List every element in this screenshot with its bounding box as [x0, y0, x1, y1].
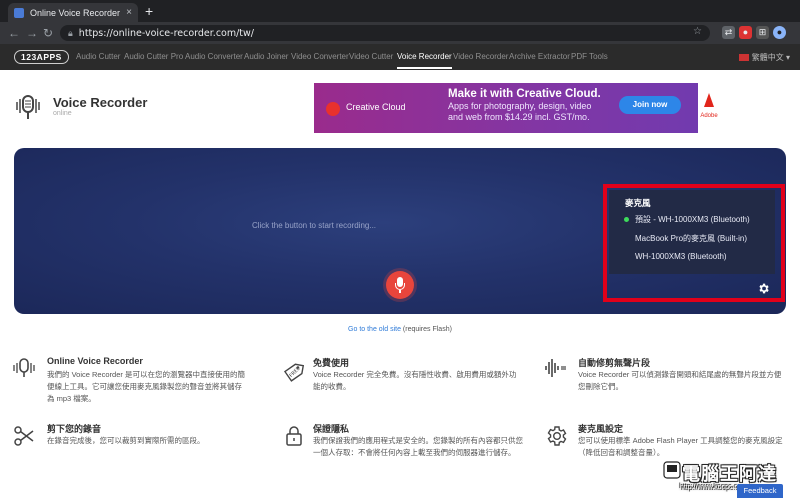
nav-video-cutter[interactable]: Video Cutter — [349, 52, 393, 61]
nav-video-recorder[interactable]: Video Recorder — [453, 52, 508, 61]
nav-audio-joiner[interactable]: Audio Joiner — [244, 52, 288, 61]
nav-video-converter[interactable]: Video Converter — [291, 52, 349, 61]
microphone-logo-icon — [16, 95, 40, 119]
feature-desc-cut: 在錄音完成後，您可以裁剪到實際所需的區段。 — [47, 436, 205, 445]
language-label: 繁體中文 — [751, 53, 784, 62]
feature-desc-free: Voice Recorder 完全免費。沒有隱性收費、啟用費用或額外功能的收費。 — [313, 370, 517, 391]
app-title: Voice Recorder — [53, 95, 148, 110]
feature-title-trim-silence: 自動修剪無聲片段 — [578, 358, 651, 368]
bookmark-star-icon[interactable]: ☆ — [693, 26, 702, 37]
feature-title-free: 免費使用 — [313, 358, 350, 368]
nav-voice-recorder[interactable]: Voice Recorder — [397, 52, 452, 69]
flag-icon — [738, 54, 749, 62]
free-tag-icon: FREE — [283, 363, 305, 382]
forward-arrow-icon[interactable]: → — [26, 25, 38, 41]
feature-title-privacy: 保證隱私 — [313, 424, 350, 434]
new-tab-button[interactable]: + — [145, 3, 153, 19]
feature-title-online-recorder: Online Voice Recorder — [47, 356, 143, 366]
record-button[interactable] — [386, 271, 414, 299]
nav-audio-cutter-pro[interactable]: Audio Cutter Pro — [124, 52, 183, 61]
ad-headline: Make it with Creative Cloud. — [448, 88, 601, 100]
browser-tab[interactable]: Online Voice Recorder - 透過瀏 × — [8, 3, 138, 22]
site-logo[interactable]: 123APPS — [14, 50, 69, 64]
feature-desc-online-recorder: 我們的 Voice Recorder 是可以在您的瀏覽器中直接使用的簡便線上工具… — [47, 370, 245, 403]
address-bar[interactable]: 🔒︎ https://online-voice-recorder.com/tw/… — [60, 25, 710, 41]
nav-audio-converter[interactable]: Audio Converter — [185, 52, 243, 61]
selected-indicator-icon — [624, 217, 629, 222]
close-tab-icon[interactable]: × — [126, 7, 132, 18]
extension-record-icon[interactable]: ● — [739, 26, 752, 39]
padlock-icon — [286, 426, 302, 446]
app-subtitle: online — [53, 110, 72, 117]
browser-tab-bar: Online Voice Recorder - 透過瀏 × + — [0, 0, 800, 22]
browser-toolbar: ← → ↻ 🔒︎ https://online-voice-recorder.c… — [0, 22, 800, 44]
silence-trim-icon — [545, 359, 566, 377]
old-site-link[interactable]: Go to the old site — [348, 326, 401, 333]
nav-archive-extractor[interactable]: Archive Extractor — [509, 52, 570, 61]
old-site-line: Go to the old site (requires Flash) — [0, 326, 800, 333]
mic-option-macbook[interactable]: MacBook Pro的麥克風 (Built-in) — [635, 233, 747, 244]
extension-icon[interactable]: ⇄ — [722, 26, 735, 39]
feature-desc-privacy: 我們保證我們的應用程式是安全的。您錄製的所有內容都只供您一個人存取：不會將任何內… — [313, 436, 523, 457]
settings-gear-icon[interactable] — [757, 282, 770, 295]
browser-tab-title: Online Voice Recorder - 透過瀏 — [30, 8, 122, 18]
mic-option-default[interactable]: 預設 - WH-1000XM3 (Bluetooth) — [635, 214, 750, 225]
mic-option-wh1000xm3[interactable]: WH-1000XM3 (Bluetooth) — [635, 252, 727, 261]
microphone-label: 麥克風 — [625, 198, 651, 208]
ad-join-button[interactable]: Join now — [619, 96, 681, 114]
address-bar-url: https://online-voice-recorder.com/tw/ — [78, 27, 254, 39]
creative-cloud-logo-icon — [326, 102, 340, 116]
ad-brand: Creative Cloud — [346, 102, 406, 112]
feedback-button[interactable]: Feedback — [737, 484, 783, 498]
site-favicon-icon — [14, 7, 24, 18]
gear-icon — [547, 426, 567, 446]
old-site-note: (requires Flash) — [400, 326, 452, 333]
scissors-icon — [14, 426, 34, 446]
profile-avatar[interactable]: ● — [773, 26, 786, 39]
watermark-text: 電腦王阿達 — [682, 464, 777, 484]
language-selector[interactable]: 繁體中文 ▾ — [738, 52, 790, 63]
feature-title-mic-settings: 麥克風設定 — [578, 424, 624, 434]
back-arrow-icon[interactable]: ← — [8, 25, 20, 41]
voice-waveform-icon — [13, 358, 35, 377]
reload-icon[interactable]: ↻ — [43, 25, 53, 41]
adobe-logo-icon: Adobe — [698, 83, 720, 133]
lock-icon: 🔒︎ — [68, 27, 73, 38]
site-nav: 123APPS Audio Cutter Audio Cutter Pro Au… — [0, 44, 800, 70]
nav-pdf-tools[interactable]: PDF Tools — [571, 52, 608, 61]
ad-body: Apps for photography, design, video and … — [448, 101, 592, 122]
extension-icon-2[interactable]: ⊞ — [756, 26, 769, 39]
ad-banner[interactable]: Creative Cloud Make it with Creative Clo… — [314, 83, 720, 133]
feature-desc-trim-silence: Voice Recorder 可以偵測錄音開頭和結尾處的無聲片段並方便您刪除它們… — [578, 370, 782, 391]
feature-title-cut: 剪下您的錄音 — [47, 424, 102, 434]
nav-audio-cutter[interactable]: Audio Cutter — [76, 52, 120, 61]
